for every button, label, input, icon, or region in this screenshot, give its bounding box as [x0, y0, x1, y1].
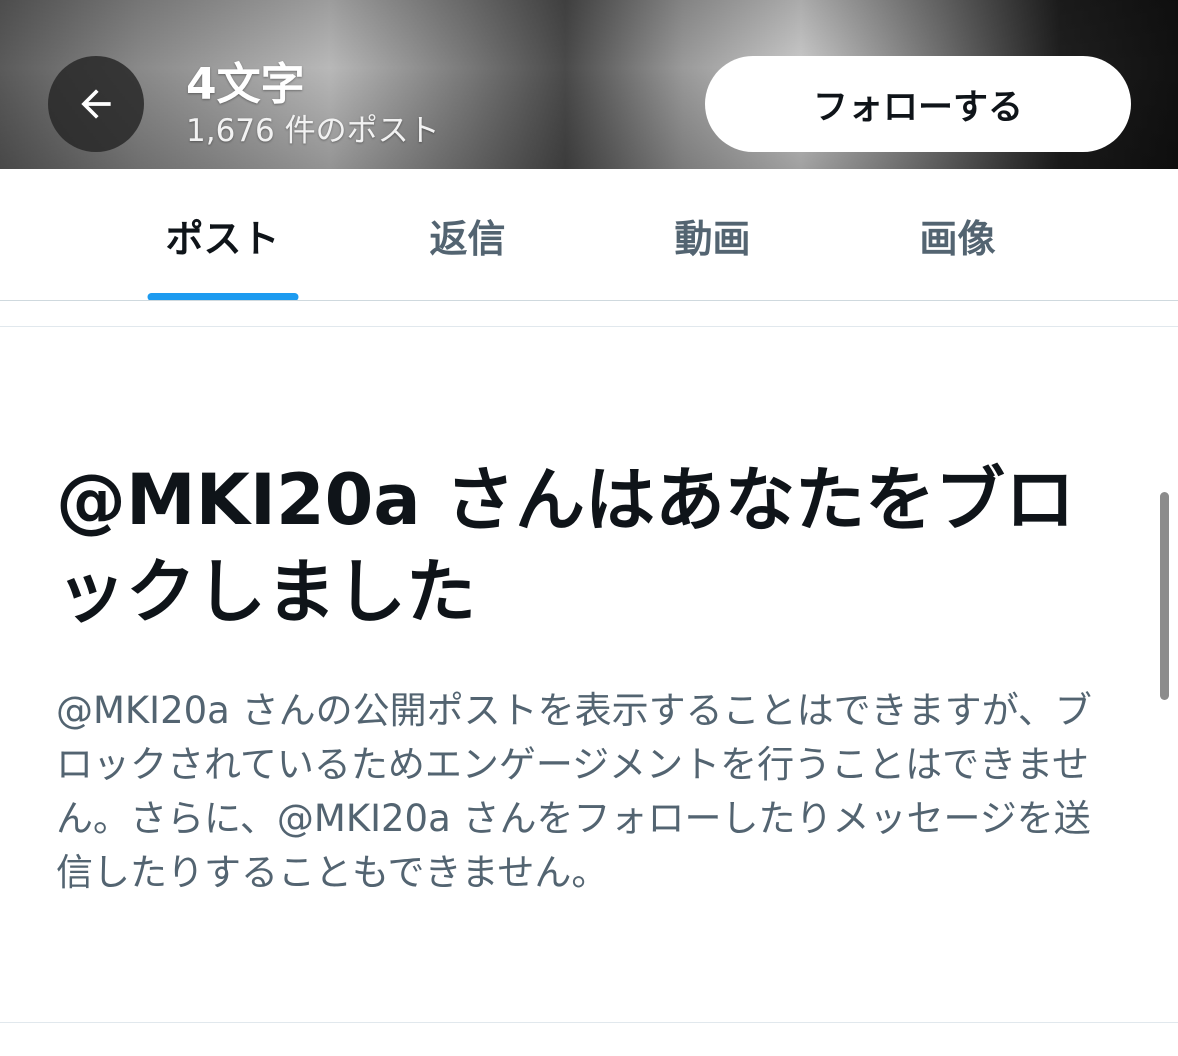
back-button[interactable] [48, 56, 144, 152]
page-title: 4文字 [186, 59, 305, 110]
content-divider [0, 326, 1178, 327]
blocked-description: @MKI20a さんの公開ポストを表示することはできますが、ブロックされているた… [56, 689, 1092, 894]
tab-images[interactable]: 画像 [835, 169, 1080, 301]
profile-tabs: ポスト 返信 動画 画像 [0, 169, 1178, 301]
bottom-divider [0, 1022, 1178, 1023]
arrow-left-icon [81, 89, 111, 119]
tab-replies[interactable]: 返信 [345, 169, 590, 301]
scrollbar[interactable] [1160, 492, 1169, 700]
tab-label: 画像 [919, 216, 996, 261]
follow-button[interactable]: フォローする [705, 56, 1131, 152]
tab-label: ポスト [165, 216, 280, 261]
blocked-heading: @MKI20a さんはあなたをブロックしました [56, 459, 1075, 633]
tab-label: 返信 [429, 216, 506, 261]
tab-posts[interactable]: ポスト [100, 169, 345, 301]
post-count: 1,676 件のポスト [186, 113, 440, 149]
tabs-divider [0, 300, 1178, 301]
tab-label: 動画 [674, 216, 751, 261]
header-title-block: 4文字 1,676 件のポスト [186, 58, 440, 150]
tab-videos[interactable]: 動画 [590, 169, 835, 301]
